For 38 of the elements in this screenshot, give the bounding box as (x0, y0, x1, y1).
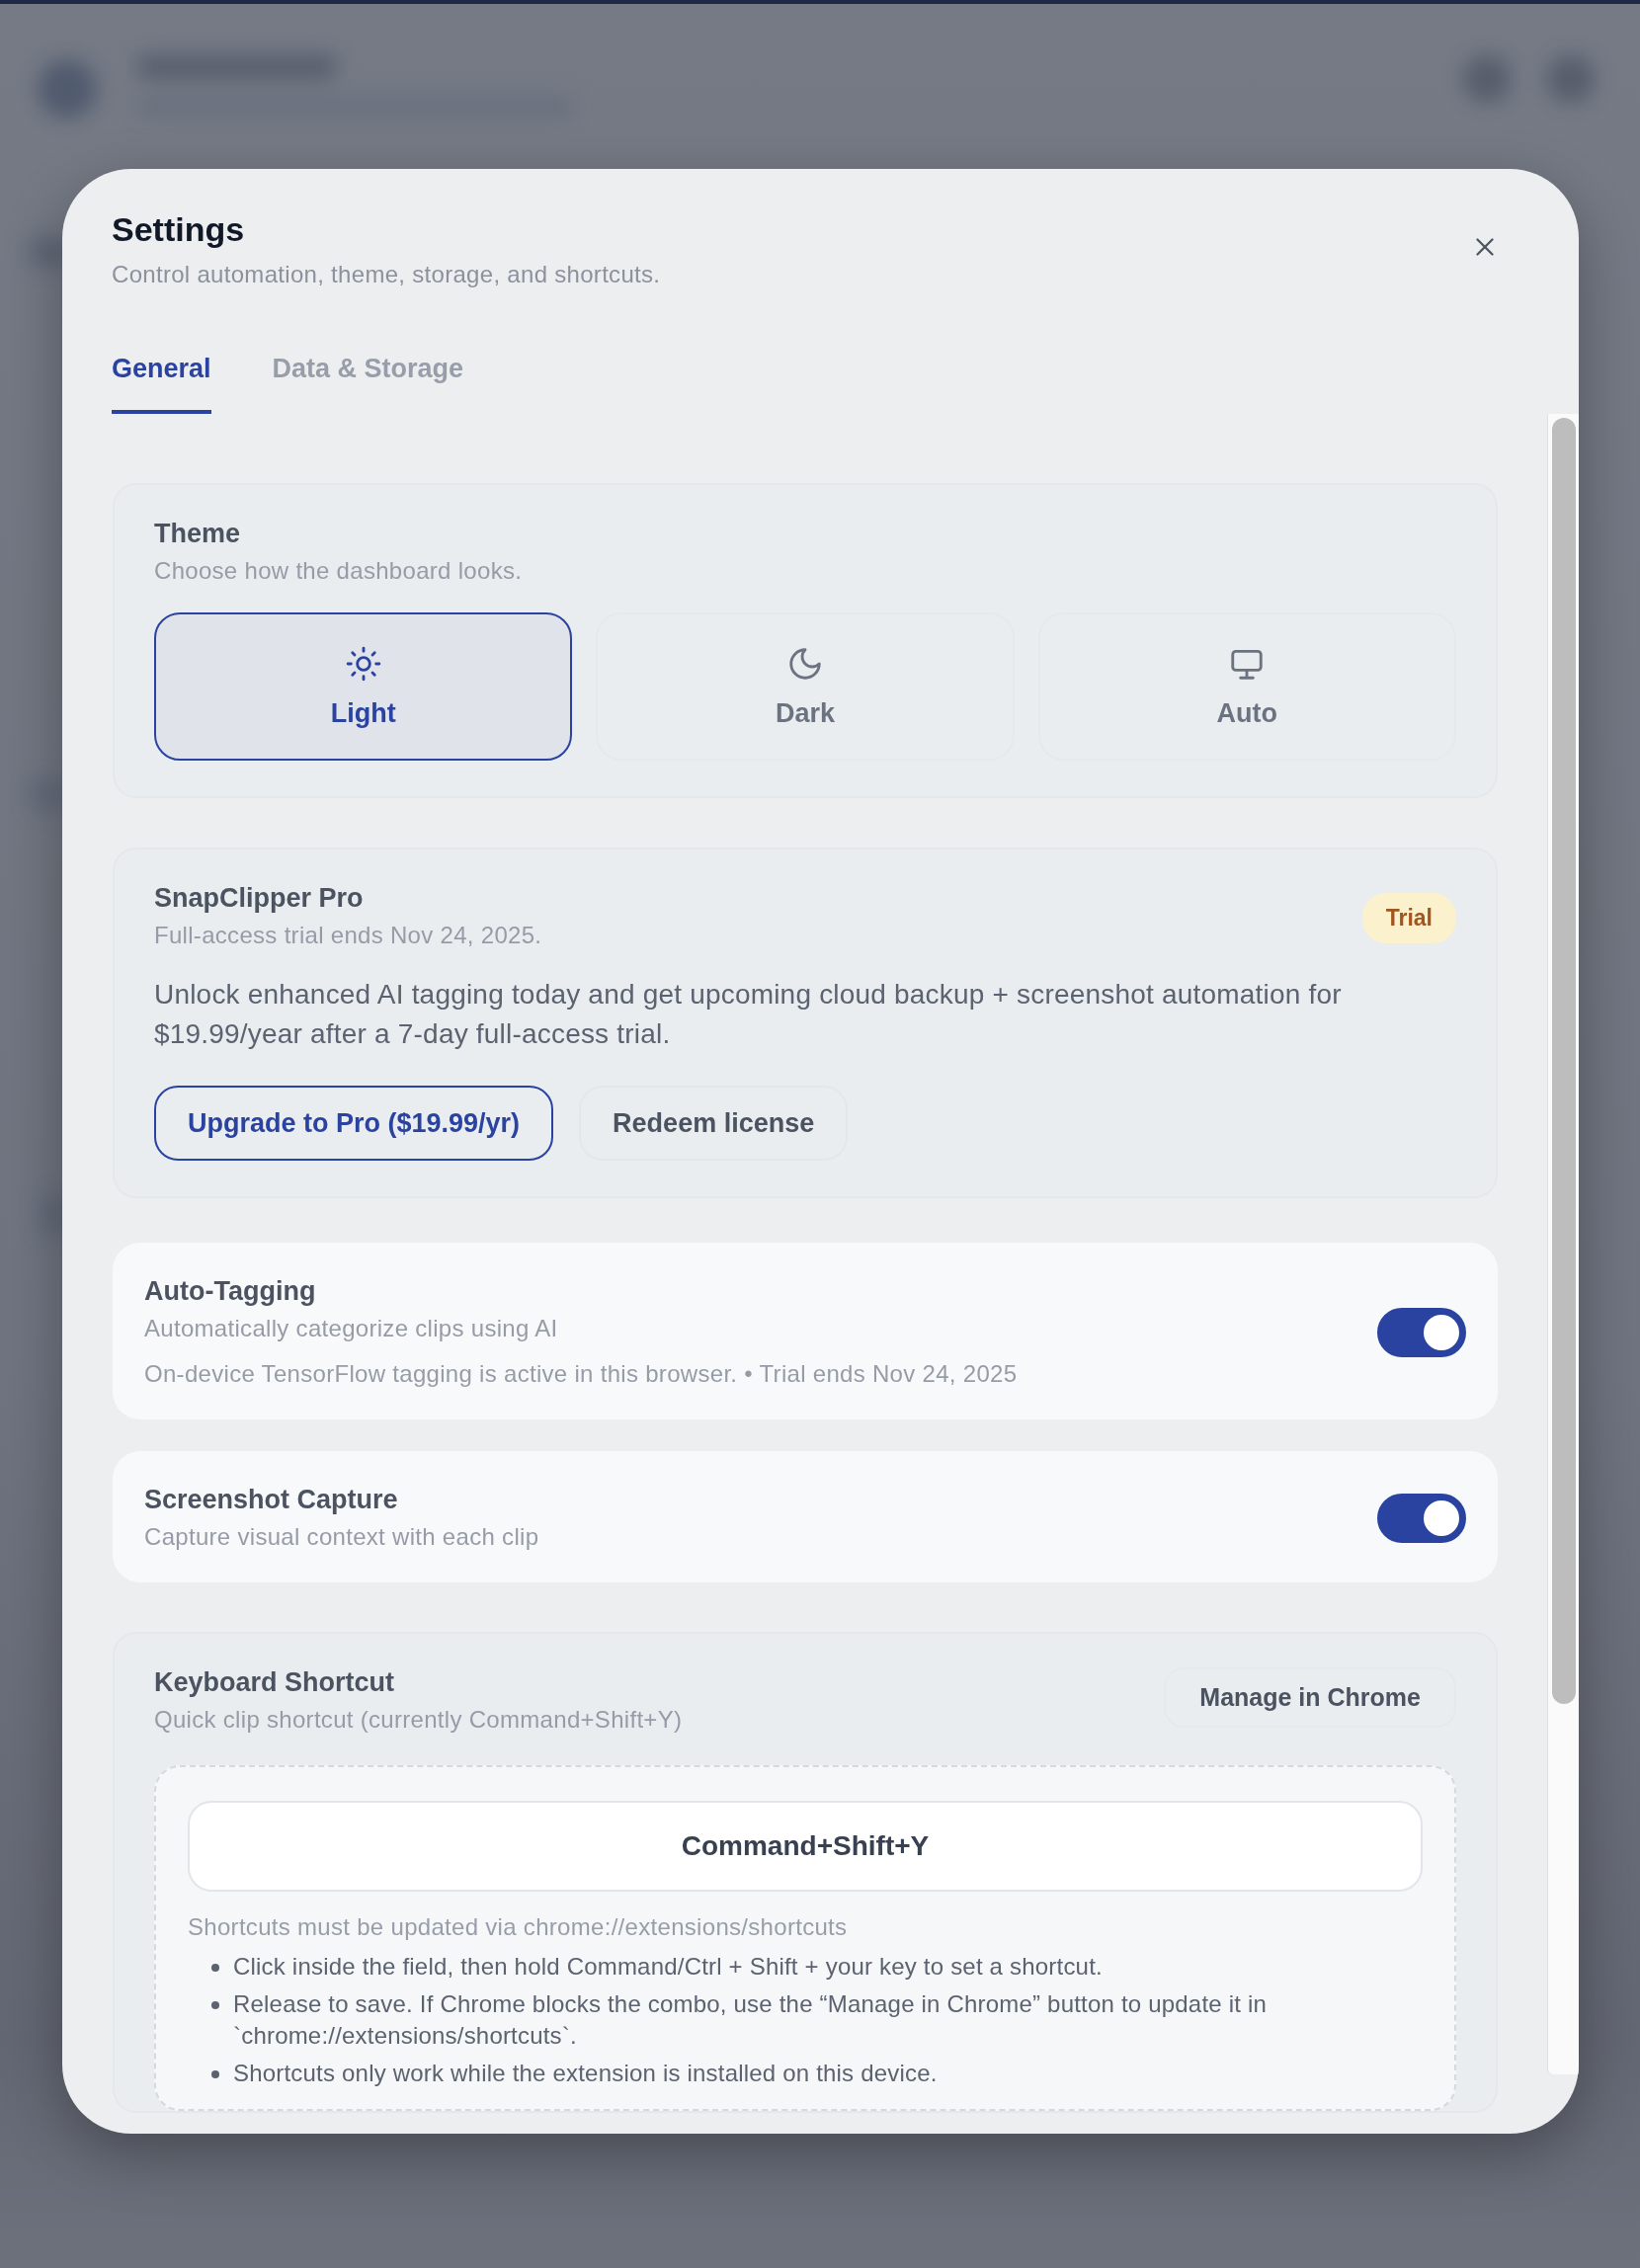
theme-option[interactable]: Light (154, 612, 573, 761)
section-title: Theme (154, 519, 242, 549)
blurred-header-icon (1463, 55, 1511, 103)
bullet-icon (211, 1964, 219, 1972)
shortcut-hint: Shortcuts must be updated via chrome://extensions/shortcuts (188, 1913, 849, 1941)
scrollbar[interactable] (1547, 414, 1579, 2074)
upgrade-button[interactable]: Upgrade to Pro ($19.99/yr) (154, 1086, 554, 1161)
sun-icon (344, 644, 382, 683)
theme-option[interactable]: Dark (596, 612, 1015, 761)
dialog-title: Settings (112, 210, 246, 249)
promo-text: Unlock enhanced AI tagging today and get upcoming cloud backup + screenshot automation for $19.99/year after a 7-day full-access trial. (154, 978, 1343, 1051)
toggle-switch[interactable] (1377, 1307, 1466, 1357)
section-title: SnapClipper Pro (154, 883, 365, 914)
scrollbar-thumb[interactable] (1551, 418, 1576, 1704)
shortcut-field[interactable]: Command+Shift+Y (188, 1801, 1423, 1892)
theme-option[interactable]: Auto (1037, 612, 1456, 761)
tip-text: Click inside the field, then hold Command/Ctrl + Shift + your key to set a shortcut. (233, 1952, 1103, 1982)
setting-description: Capture visual context with each clip (144, 1523, 539, 1551)
setting-note: On-device TensorFlow tagging is active in this browser. • Trial ends Nov 24, 2025 (144, 1360, 1018, 1388)
setting-title: Auto-Tagging (144, 1276, 317, 1307)
bullet-icon (211, 2001, 219, 2009)
setting-title: Screenshot Capture (144, 1485, 399, 1515)
tip-text: Shortcuts only work while the extension is installed on this device. (233, 2059, 938, 2088)
setting-description: Automatically categorize clips using AI (144, 1315, 559, 1342)
bullet-icon (211, 2070, 219, 2078)
section-title: Keyboard Shortcut (154, 1667, 396, 1698)
blurred-header-icon (1547, 55, 1595, 103)
section-description: Choose how the dashboard looks. (154, 557, 524, 585)
blurred-logo-icon (38, 59, 97, 119)
tip-text: Release to save. If Chrome blocks the combo, use the “Manage in Chrome” button to update it in `chrome://extensions/shortcuts`. (233, 1989, 1269, 2051)
manage-button[interactable]: Manage in Chrome (1164, 1667, 1456, 1728)
tab[interactable]: General (112, 354, 211, 414)
trial-badge: Trial (1361, 893, 1456, 943)
redeem-button[interactable]: Redeem license (579, 1086, 849, 1161)
section-description: Quick clip shortcut (currently Command+Shift+Y) (154, 1706, 683, 1734)
section-description: Full-access trial ends Nov 24, 2025. (154, 922, 542, 949)
dialog-subtitle: Control automation, theme, storage, and shortcuts. (112, 261, 661, 288)
toggle-switch[interactable] (1377, 1493, 1466, 1543)
